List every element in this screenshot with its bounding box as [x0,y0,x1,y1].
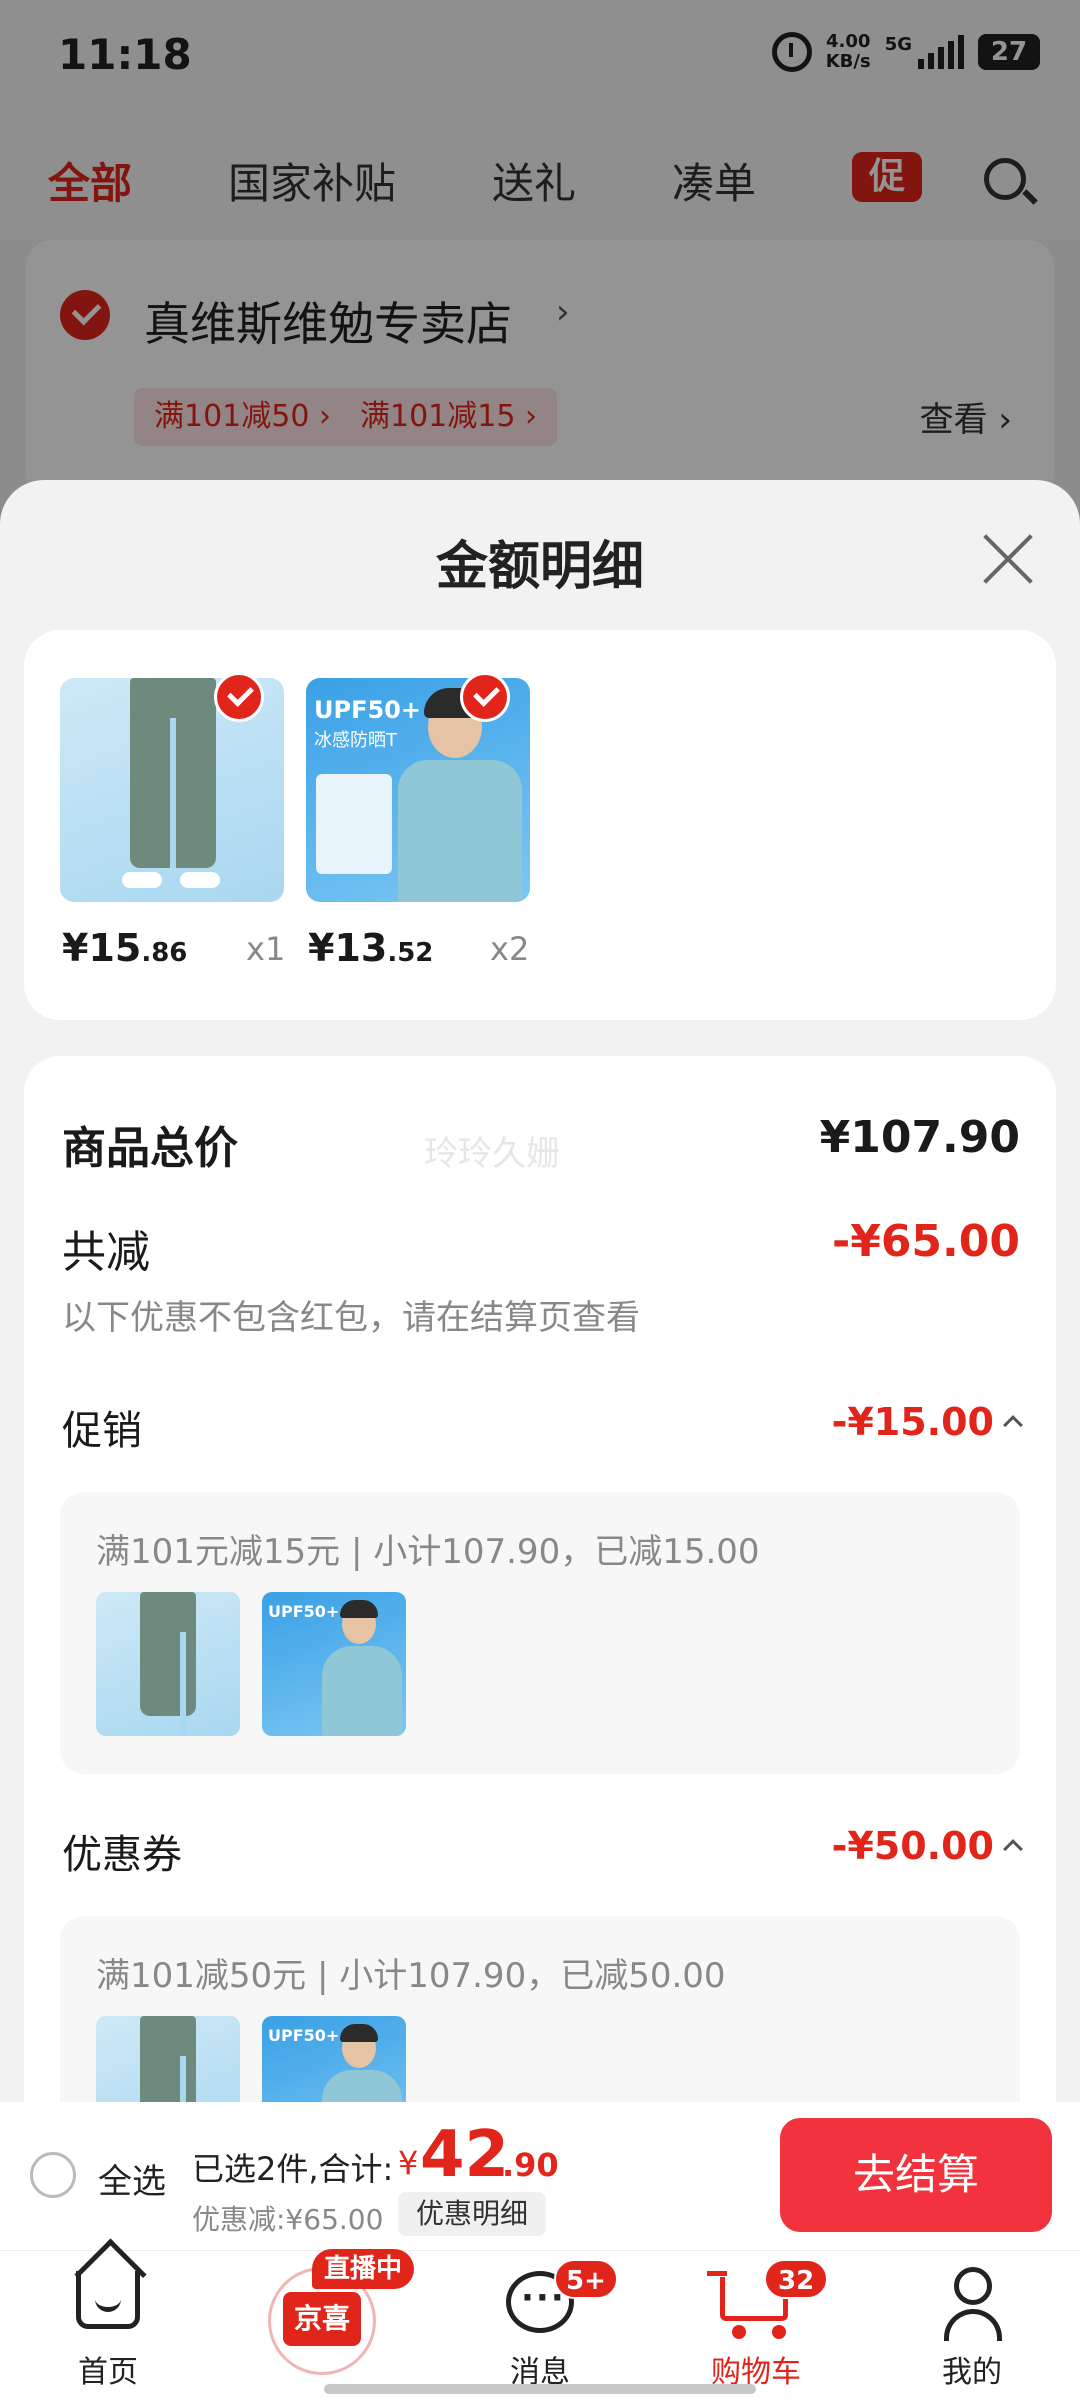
total-currency: ¥ [398,2144,419,2182]
coupon-label: 优惠券 [62,1832,182,1878]
total-price-value: ¥107.90 [819,1112,1020,1163]
tab-cart[interactable]: 32 购物车 [686,2251,829,2400]
tab-jingxi[interactable]: 京喜 直播中 [254,2249,415,2400]
bottom-tab-bar: 首页 京喜 直播中 5+ 消息 32 购物车 我的 [0,2249,1080,2400]
item-quantity: x2 [490,930,530,968]
tab-label: 我的 [942,2355,1002,2390]
home-indicator[interactable] [324,2384,756,2394]
total-price-label: 商品总价 [62,1123,238,1174]
discount-detail-button[interactable]: 优惠明细 [398,2192,547,2236]
select-all-label[interactable]: 全选 [98,2154,166,2203]
cart-wheel-icon [772,2325,786,2339]
total-reduce-value: -¥65.00 [831,1216,1020,1267]
promo-detail-box: 满101元减15元 | 小计107.90，已减15.00 UPF50+ [60,1492,1020,1774]
product-thumbnail-pants [96,1592,240,1736]
close-icon[interactable] [980,530,1036,586]
user-icon [944,2267,1002,2341]
promo-value[interactable]: -¥15.00 [832,1400,1023,1444]
selected-count-text: 已选2件,合计: [192,2150,394,2188]
cart-badge: 32 [764,2259,829,2299]
tab-profile[interactable]: 我的 [902,2251,1042,2400]
tab-label: 首页 [78,2355,138,2390]
tab-messages[interactable]: 5+ 消息 [470,2251,618,2400]
coupon-detail-text: 满101减50元 | 小计107.90，已减50.00 [96,1956,726,1996]
reduce-note: 以下优惠不包含红包，请在结算页查看 [62,1298,640,1338]
cart-wheel-icon [732,2325,746,2339]
watermark: 玲玲久姗 [424,1134,560,1174]
check-icon [214,672,264,722]
item-price: ¥15.86 [62,926,188,970]
checkout-bar: 全选 已选2件,合计: ¥ 42 .90 优惠减:¥65.00 优惠明细 去结算 [0,2102,1080,2250]
promo-detail-text: 满101元减15元 | 小计107.90，已减15.00 [96,1532,760,1572]
item-price: ¥13.52 [308,926,434,970]
checkout-button[interactable]: 去结算 [780,2118,1052,2232]
coupon-value[interactable]: -¥50.00 [832,1824,1023,1868]
items-card: ¥15.86 x1 UPF50+ 冰感防晒T ¥13.52 x2 [24,630,1056,1020]
live-badge: 直播中 [312,2249,415,2289]
chevron-up-icon [1003,1414,1023,1435]
home-icon [76,2271,140,2329]
tab-home[interactable]: 首页 [38,2251,178,2400]
check-icon [460,672,510,722]
product-thumbnail-tshirt: UPF50+ [262,1592,406,1736]
total-amount-dec: .90 [502,2146,559,2184]
sheet-title: 金额明细 [435,537,644,597]
chevron-up-icon [1003,1838,1023,1859]
message-badge: 5+ [554,2259,618,2299]
select-all-checkbox[interactable] [30,2152,76,2198]
item-quantity: x1 [246,930,286,968]
total-amount-int: 42 [420,2118,510,2192]
promo-label: 促销 [62,1408,142,1454]
total-reduce-label: 共减 [62,1227,150,1278]
discount-text: 优惠减:¥65.00 [192,2203,384,2236]
